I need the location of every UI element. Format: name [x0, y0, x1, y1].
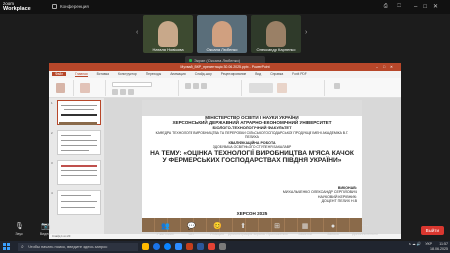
- participant-name: Олександр Карпенко: [256, 47, 296, 52]
- conference-label[interactable]: Конференция: [60, 4, 89, 9]
- share-indicator-icon: [189, 59, 192, 62]
- participant-name: Наталя Новікова: [152, 47, 184, 52]
- prev-arrow-icon[interactable]: ‹: [136, 29, 138, 36]
- ppt-tab[interactable]: Слайд-шоу: [195, 72, 212, 76]
- toolbar-icon: 💬: [187, 223, 196, 230]
- toolbar-button[interactable]: ● Запись: [318, 223, 348, 236]
- ppt-tab[interactable]: Рецензирование: [221, 72, 246, 76]
- author-block: ВИКОНАВ: МИХАЛЬЧЕНКО ОЛЕКСАНДР СЕРГІЙОВИ…: [242, 186, 357, 204]
- supervisor-name: ДОЦЕНТ ПЕЛИХ Н.В: [321, 199, 357, 204]
- slide-heading-block: МІНІСТЕРСТВО ОСВІТИ І НАУКИ УКРАЇНИ ХЕРС…: [150, 115, 354, 165]
- ppt-tab[interactable]: Конструктор: [118, 72, 137, 76]
- zoom-logo: zoom Workplace: [3, 1, 31, 12]
- participant-tile[interactable]: Наталя Новікова: [143, 15, 193, 53]
- ppt-title: Мухвай_ВКР_презентація 30.06.2025.pptx -…: [180, 65, 270, 69]
- ppt-window-controls[interactable]: –□✕: [376, 63, 398, 71]
- toolbar-icon: 📷: [41, 223, 50, 230]
- toolbar-button[interactable]: 📷 Видео: [30, 223, 60, 236]
- clock-date: 18.06.2025: [430, 246, 448, 251]
- toolbar-button[interactable]: ▦ Заметки: [290, 223, 320, 236]
- taskbar-search-input[interactable]: ⌕ Чтобы начать поиск, введите здесь запр…: [18, 243, 138, 251]
- slides-group[interactable]: [76, 80, 106, 96]
- next-arrow-icon[interactable]: ›: [305, 29, 307, 36]
- settings-icon[interactable]: [219, 243, 226, 250]
- ppt-tab[interactable]: Анимация: [170, 72, 185, 76]
- toolbar-label: Запись: [327, 232, 339, 236]
- pdf-reader-icon[interactable]: [208, 243, 215, 250]
- toolbar-label: Видео: [39, 232, 51, 236]
- taskbar-clock[interactable]: 11:57 18.06.2025: [430, 242, 448, 251]
- ppt-titlebar: Мухвай_ВКР_презентація 30.06.2025.pptx -…: [49, 63, 401, 71]
- toolbar-label: Заметки: [298, 232, 312, 236]
- toolbar-icon: ⊞: [274, 223, 280, 230]
- editing-group[interactable]: [328, 80, 368, 96]
- slide-thumbnail[interactable]: [57, 160, 101, 185]
- windows-taskbar: ⌕ Чтобы начать поиск, введите здесь запр…: [0, 241, 450, 253]
- slide-thumbnails: 1 2 3 4: [49, 98, 104, 234]
- ppt-ribbon: [49, 78, 401, 98]
- toolbar-label: Дополнительно: [352, 232, 378, 236]
- ppt-tab[interactable]: Вид: [255, 72, 261, 76]
- degree-line: ЗДОБУВАЧА ОСВІТНЬОГО СТУПЕНЯ БАКАЛАВР: [212, 145, 292, 150]
- windows-start-icon[interactable]: [3, 243, 10, 250]
- ppt-tab[interactable]: Вставка: [97, 72, 109, 76]
- toolbar-button[interactable]: ⋯ Дополнительно: [350, 223, 380, 236]
- ppt-ribbon-tabs: Файл Главная Вставка Конструктор Переходы Ани…: [49, 71, 401, 78]
- ppt-tab[interactable]: Файл: [52, 72, 67, 76]
- toolbar-icon: ⋯: [361, 223, 369, 230]
- participant-tile[interactable]: Олександр Карпенко: [251, 15, 301, 53]
- edge-icon[interactable]: [164, 243, 171, 250]
- clipboard-group[interactable]: [52, 80, 74, 96]
- word-icon[interactable]: [197, 243, 204, 250]
- department-line: КАФЕДРА ТЕХНОЛОГІЇ ВИРОБНИЦТВА ТА ПЕРЕРО…: [155, 131, 349, 140]
- powerpoint-icon[interactable]: [186, 243, 193, 250]
- slide-editor-area: МІНІСТЕРСТВО ОСВІТИ І НАУКИ УКРАЇНИ ХЕРС…: [104, 98, 401, 234]
- toolbar-icon: ●: [330, 223, 336, 230]
- slide-thumbnail[interactable]: [57, 100, 101, 125]
- participant-video: [158, 21, 178, 47]
- conference-icon: [52, 4, 57, 9]
- toolbar-icon: ▦: [301, 223, 309, 230]
- zoom-header: zoom Workplace Конференция ⎙ ⬚ –□✕: [0, 0, 450, 14]
- zoom-logo-line2: Workplace: [3, 6, 31, 12]
- leave-button[interactable]: Выйти: [420, 226, 444, 235]
- slide-thumbnail[interactable]: [57, 130, 101, 155]
- system-tray[interactable]: ∧ ☁ 🔊 УКР: [406, 242, 432, 246]
- toolbar-icon: 👥: [161, 223, 170, 230]
- participant-video: [266, 21, 286, 47]
- slide-title: НА ТЕМУ: «ОЦІНКА ТЕХНОЛОГІЇ ВИРОБНИЦТВА …: [150, 150, 354, 165]
- toolbar-button[interactable]: ⊞ Приложения: [262, 223, 292, 236]
- toolbar-label: Демонстрация экрана: [228, 232, 265, 236]
- slide-thumbnail[interactable]: [57, 190, 101, 215]
- toolbar-icon: 🎙: [15, 223, 24, 230]
- city-year: ХЕРСОН 2025: [236, 211, 268, 216]
- tray-icons[interactable]: ∧ ☁ 🔊: [409, 242, 422, 246]
- file-explorer-icon[interactable]: [142, 243, 149, 250]
- toolbar-label: Приложения: [266, 232, 288, 236]
- slide-header-band: [142, 100, 362, 116]
- toolbar-icon: ⬆: [240, 223, 246, 230]
- zoom-app-icon[interactable]: [175, 243, 182, 250]
- ppt-tab[interactable]: Переходы: [146, 72, 161, 76]
- participant-name: Оксана Любенко: [206, 47, 238, 52]
- chrome-icon[interactable]: [153, 243, 160, 250]
- header-icons[interactable]: ⎙ ⬚: [384, 3, 405, 9]
- current-slide[interactable]: МІНІСТЕРСТВО ОСВІТИ І НАУКИ УКРАЇНИ ХЕРС…: [142, 100, 362, 232]
- font-group[interactable]: [109, 80, 179, 96]
- search-icon: ⌕: [21, 244, 24, 250]
- paragraph-group[interactable]: [182, 80, 242, 96]
- window-controls[interactable]: –□✕: [414, 3, 444, 10]
- zoom-meeting-window: zoom Workplace Конференция ⎙ ⬚ –□✕ ‹ Нат…: [0, 0, 450, 253]
- powerpoint-window: Мухвай_ВКР_презентація 30.06.2025.pptx -…: [49, 63, 401, 239]
- ppt-tab[interactable]: Справка: [270, 72, 283, 76]
- ppt-tab[interactable]: Главная: [75, 72, 88, 77]
- toolbar-button[interactable]: ⬆ Демонстрация экрана: [228, 223, 265, 236]
- toolbar-icon: 😊: [213, 223, 222, 230]
- search-placeholder: Чтобы начать поиск, введите здесь запрос: [28, 244, 108, 249]
- ppt-tab[interactable]: Foxit PDF: [292, 72, 307, 76]
- drawing-group[interactable]: [245, 80, 325, 96]
- participant-tile[interactable]: Оксана Любенко: [197, 15, 247, 53]
- participant-video: [212, 21, 232, 47]
- participant-strip: ‹ Наталя Новікова Оксана Любенко Олексан…: [0, 15, 450, 55]
